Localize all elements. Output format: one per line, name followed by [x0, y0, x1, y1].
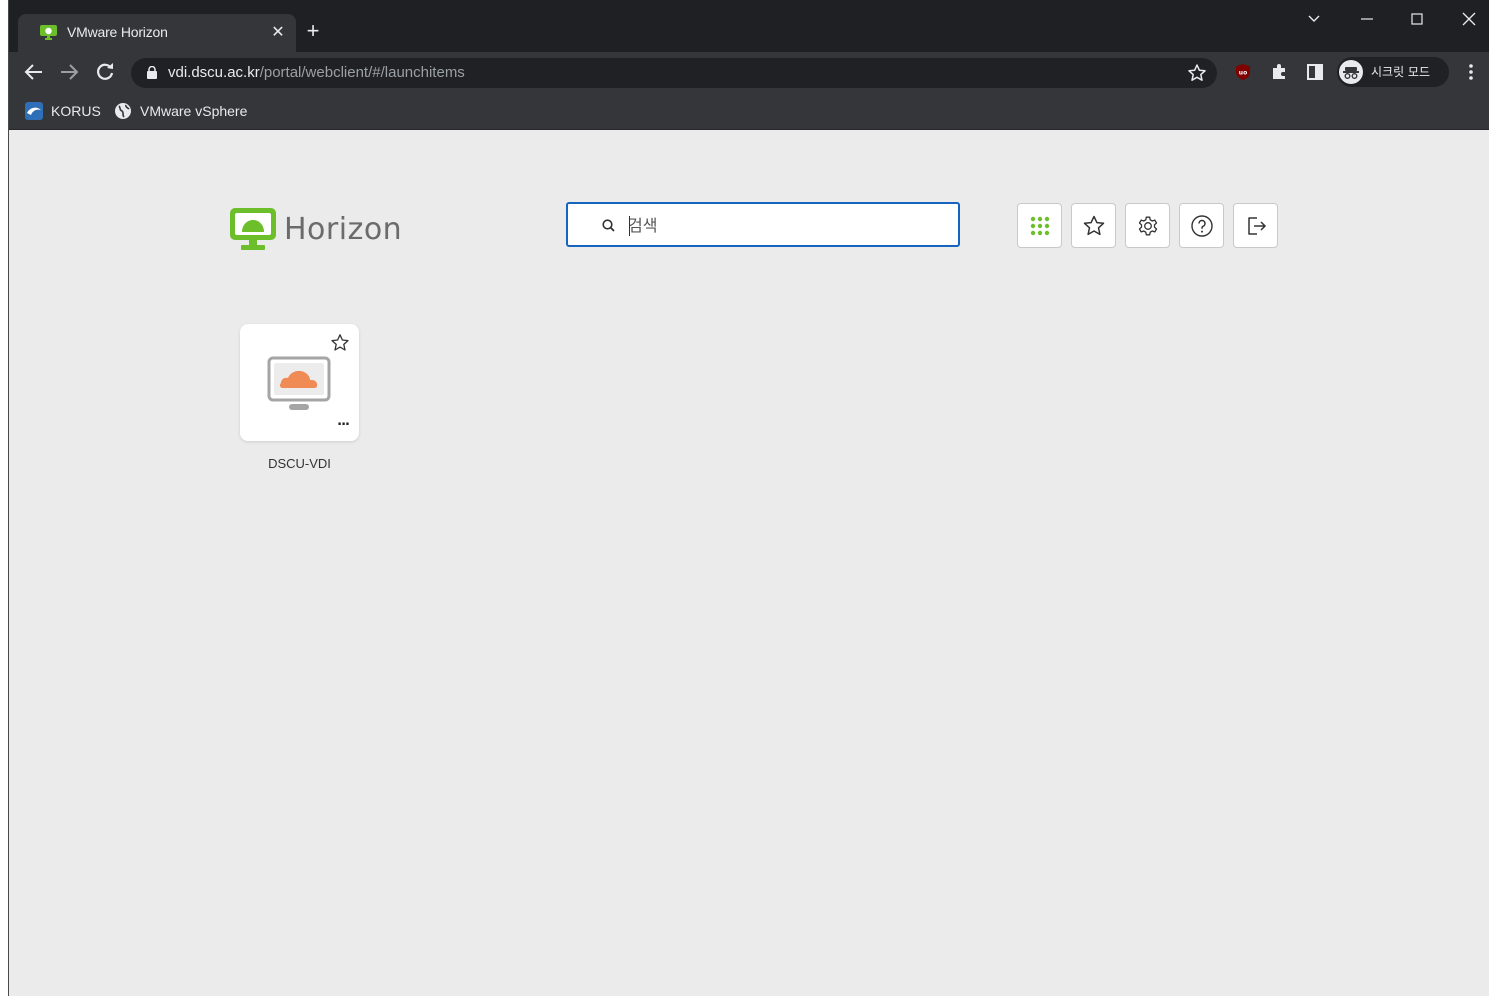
window-edge — [0, 0, 9, 996]
horizon-logo-icon — [230, 208, 276, 250]
bookmark-label: KORUS — [51, 103, 101, 119]
url-text[interactable]: vdi.dscu.ac.kr/portal/webclient/#/launch… — [168, 64, 465, 81]
bookmark-star-icon[interactable] — [1187, 63, 1207, 83]
extensions-puzzle-icon[interactable] — [1267, 60, 1291, 84]
brand-name: Horizon — [284, 212, 403, 247]
globe-icon — [115, 103, 131, 119]
bookmark-vmware-vsphere[interactable]: VMware vSphere — [114, 101, 247, 121]
text-caret — [629, 216, 630, 236]
tab-vmware-horizon[interactable]: VMware Horizon ✕ — [18, 14, 296, 52]
reload-icon[interactable] — [93, 60, 117, 84]
incognito-label: 시크릿 모드 — [1371, 65, 1431, 79]
desktop-tile-dscu-vdi[interactable]: ... — [240, 324, 359, 441]
search-input[interactable] — [628, 212, 928, 238]
browser-menu-kebab-icon[interactable] — [1459, 60, 1483, 84]
url-path: /portal/webclient/#/launchitems — [259, 64, 465, 81]
url-host: vdi.dscu.ac.kr — [168, 64, 260, 81]
browser-toolbar: vdi.dscu.ac.kr/portal/webclient/#/launch… — [9, 52, 1489, 92]
close-window-button[interactable] — [1454, 8, 1484, 36]
minimize-button[interactable] — [1352, 8, 1382, 36]
forward-arrow-icon[interactable] — [57, 60, 81, 84]
logout-button[interactable] — [1233, 203, 1278, 248]
tab-search-chevron-icon[interactable] — [1299, 8, 1329, 36]
korus-icon — [25, 102, 43, 120]
tab-title: VMware Horizon — [67, 24, 168, 40]
bookmarks-bar: KORUS VMware vSphere — [9, 92, 1489, 130]
browser-window: VMware Horizon ✕ + vdi.dscu.ac.kr/portal… — [0, 0, 1489, 996]
apps-grid-icon — [1030, 216, 1049, 235]
favorites-star-icon — [1083, 215, 1104, 235]
more-options-button[interactable]: ... — [337, 414, 350, 429]
horizon-portal: Horizon 검색 ... DSCU-VDI — [9, 130, 1489, 996]
horizon-logo: Horizon — [230, 206, 420, 256]
help-icon — [1190, 214, 1213, 237]
lock-icon[interactable] — [147, 66, 157, 79]
desktop-cloud-icon — [267, 356, 331, 410]
ublock-extension-icon[interactable]: uo — [1231, 60, 1255, 84]
tab-close-icon[interactable]: ✕ — [268, 22, 288, 42]
tile-label: DSCU-VDI — [268, 456, 331, 471]
horizon-favicon-icon — [40, 25, 57, 40]
bookmark-korus[interactable]: KORUS — [25, 101, 101, 121]
svg-text:uo: uo — [1239, 70, 1247, 77]
side-panel-icon[interactable] — [1303, 60, 1327, 84]
apps-grid-button[interactable] — [1017, 203, 1062, 248]
new-tab-button[interactable]: + — [302, 20, 324, 42]
settings-button[interactable] — [1125, 203, 1170, 248]
search-icon — [602, 219, 615, 232]
help-button[interactable] — [1179, 203, 1224, 248]
address-bar[interactable]: vdi.dscu.ac.kr/portal/webclient/#/launch… — [131, 58, 1217, 88]
settings-gear-icon — [1138, 216, 1157, 235]
incognito-icon — [1339, 60, 1363, 84]
favorite-star-icon[interactable] — [330, 333, 350, 353]
incognito-profile-button[interactable]: 시크릿 모드 — [1337, 57, 1449, 87]
logout-icon — [1247, 216, 1266, 235]
search-box[interactable] — [566, 202, 960, 247]
maximize-button[interactable] — [1402, 8, 1432, 36]
bookmark-label: VMware vSphere — [140, 103, 248, 119]
back-arrow-icon[interactable] — [22, 60, 46, 84]
favorites-button[interactable] — [1071, 203, 1116, 248]
tab-strip: VMware Horizon ✕ + — [9, 0, 1489, 52]
